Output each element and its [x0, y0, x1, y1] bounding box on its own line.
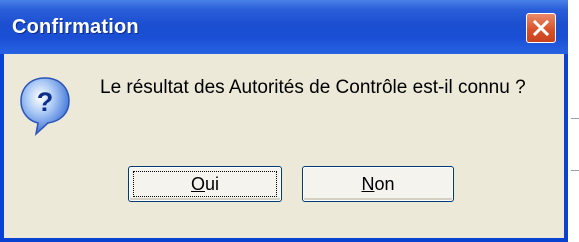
title-bar[interactable]: Confirmation [0, 0, 568, 54]
non-label: on [374, 173, 395, 194]
oui-button[interactable]: Oui [128, 166, 282, 202]
oui-label: ui [205, 173, 220, 194]
confirmation-dialog: Confirmation ? Le résultat des Autorités… [0, 0, 568, 242]
background-window [568, 0, 579, 242]
question-icon: ? [20, 77, 70, 137]
close-button[interactable] [526, 13, 556, 43]
background-divider [571, 118, 579, 119]
svg-text:?: ? [37, 87, 54, 117]
non-mnemonic: N [361, 173, 375, 194]
oui-mnemonic: O [190, 173, 205, 194]
background-divider [571, 170, 579, 171]
confirmation-message: Le résultat des Autorités de Contrôle es… [100, 77, 526, 98]
screen: Confirmation ? Le résultat des Autorités… [0, 0, 579, 242]
dialog-title: Confirmation [12, 16, 139, 38]
non-button[interactable]: Non [302, 166, 454, 202]
close-icon [532, 19, 550, 37]
